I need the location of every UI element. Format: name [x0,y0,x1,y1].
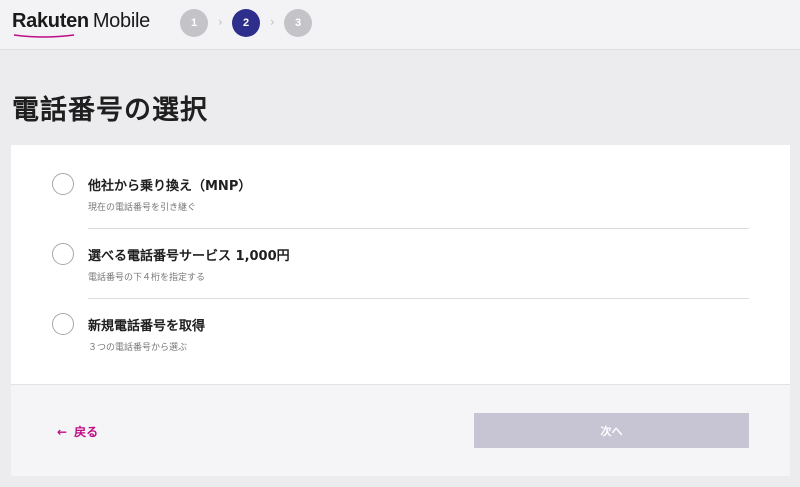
form-footer: ← 戻る 次へ [11,384,790,476]
option-choose-number-label: 選べる電話番号サービス 1,000円 [88,249,290,264]
chevron-right-icon: › [270,15,275,29]
step-3: 3 [284,9,312,37]
next-button[interactable]: 次へ [474,413,749,448]
step-2-active: 2 [232,9,260,37]
option-new-number[interactable]: 新規電話番号を取得 ３つの電話番号から選ぶ [11,307,790,377]
option-choose-number-description: 電話番号の下４桁を指定する [88,273,206,283]
option-mnp-radio[interactable] [52,173,74,195]
logo-swoosh-icon [13,34,75,38]
phone-number-options-card: 他社から乗り換え（MNP） 現在の電話番号を引き継ぐ 選べる電話番号サービス 1… [11,145,790,384]
step-1: 1 [180,9,208,37]
logo-brand-text: Rakuten [12,10,89,32]
page-title: 電話番号の選択 [12,95,208,126]
option-choose-number-radio[interactable] [52,243,74,265]
chevron-right-icon: › [218,15,223,29]
rakuten-mobile-logo[interactable]: Rakuten Mobile [12,10,150,38]
back-link[interactable]: ← 戻る [57,423,98,440]
logo-product-text: Mobile [92,10,150,32]
option-new-number-label: 新規電話番号を取得 [88,319,206,334]
arrow-left-icon: ← [57,424,68,439]
option-new-number-description: ３つの電話番号から選ぶ [88,343,188,353]
option-divider [88,298,749,299]
option-divider [88,228,749,229]
option-mnp[interactable]: 他社から乗り換え（MNP） 現在の電話番号を引き継ぐ [11,167,790,237]
option-choose-number[interactable]: 選べる電話番号サービス 1,000円 電話番号の下４桁を指定する [11,237,790,307]
option-new-number-radio[interactable] [52,313,74,335]
option-mnp-description: 現在の電話番号を引き継ぐ [88,203,197,213]
back-label: 戻る [74,425,99,439]
top-header: Rakuten Mobile 1 › 2 › 3 [0,0,800,50]
option-mnp-label: 他社から乗り換え（MNP） [88,179,252,194]
